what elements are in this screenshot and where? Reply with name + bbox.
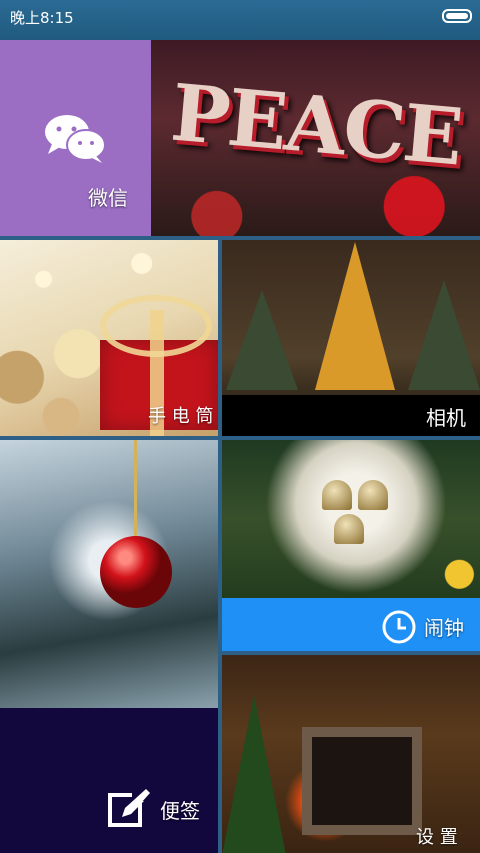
bell-left [322, 480, 352, 510]
tree-right [408, 280, 480, 390]
clock-icon [382, 610, 416, 644]
bells-wreath-image [222, 440, 480, 598]
status-time: 晚上8:15 [10, 9, 74, 27]
tile-wechat[interactable]: 微信 [0, 40, 151, 236]
flashlight-label: 手 电 筒 [148, 406, 214, 427]
peace-sign-text: PEACE [167, 67, 465, 184]
bell-right [358, 480, 388, 510]
gift-bow [100, 295, 212, 357]
alarm-label: 闹钟 [424, 616, 464, 640]
settings-label: 设 置 [416, 827, 458, 848]
xmas-tree-image [222, 695, 286, 853]
tile-flashlight[interactable]: 手 电 筒 [0, 240, 218, 436]
snow-ornament-image [0, 440, 218, 708]
battery-icon [442, 9, 472, 23]
ornament-string [134, 440, 137, 538]
tile-settings[interactable]: 设 置 [222, 655, 480, 853]
tile-notes[interactable]: 便签 [0, 440, 218, 853]
wechat-icon [45, 115, 106, 163]
tile-alarm[interactable]: 闹钟 [222, 440, 480, 651]
tile-camera[interactable]: 相机 [222, 240, 480, 436]
fireplace-image [302, 727, 422, 835]
red-ornament [100, 536, 172, 608]
bell-bottom [334, 514, 364, 544]
edit-note-icon [108, 789, 150, 827]
notes-label: 便签 [160, 799, 200, 823]
camera-label: 相机 [426, 406, 466, 430]
peace-photo-tile[interactable]: PEACE [151, 40, 480, 236]
christmas-tree-image [315, 242, 395, 390]
tree-left [226, 290, 298, 390]
status-bar: 晚上8:15 [0, 0, 480, 40]
wechat-label: 微信 [88, 186, 128, 210]
